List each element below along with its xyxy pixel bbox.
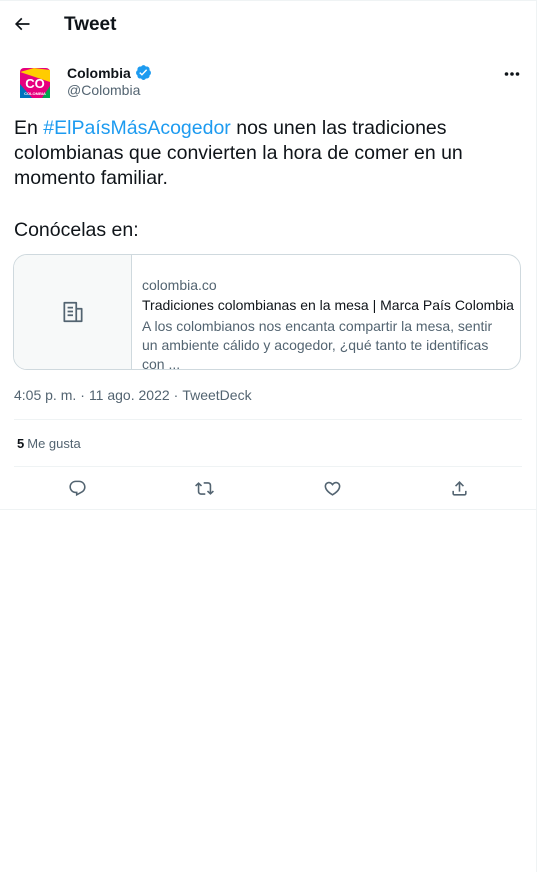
share-button[interactable] — [447, 476, 471, 500]
likes-label: Me gusta — [27, 436, 81, 451]
meta-separator: · — [173, 387, 179, 403]
tweet-source[interactable]: TweetDeck — [182, 387, 251, 403]
likes-count: 5 — [17, 436, 25, 451]
reply-button[interactable] — [65, 476, 89, 500]
tweet-date[interactable]: 11 ago. 2022 — [89, 387, 170, 403]
verified-badge-icon — [135, 65, 151, 80]
tweet-text: En #ElPaísMásAcogedor nos unen las tradi… — [14, 116, 519, 191]
link-preview-card[interactable]: colombia.co Tradiciones colombianas en l… — [13, 254, 521, 370]
divider — [14, 466, 522, 467]
document-icon — [62, 301, 83, 323]
divider — [14, 419, 522, 420]
retweet-icon — [194, 481, 214, 495]
retweet-button[interactable] — [192, 476, 216, 500]
more-options-button[interactable] — [500, 64, 524, 84]
author-handle[interactable]: @Colombia — [67, 82, 140, 98]
more-icon — [504, 72, 520, 76]
card-title: Tradiciones colombianas en la mesa | Mar… — [142, 297, 514, 313]
tweet-author: CO COLOMBIA Colombia @Colombia — [14, 60, 524, 104]
like-button[interactable] — [320, 476, 344, 500]
tweet-meta: 4:05 p. m. · 11 ago. 2022 · TweetDeck — [14, 387, 252, 403]
tweet-text-line2: Conócelas en: — [14, 219, 139, 241]
arrow-left-icon — [14, 17, 30, 31]
svg-text:COLOMBIA: COLOMBIA — [24, 91, 46, 96]
card-description: A los colombianos nos encanta compartir … — [142, 318, 493, 370]
colombia-logo-icon: CO COLOMBIA — [20, 68, 50, 98]
share-icon — [451, 480, 467, 496]
hashtag-link[interactable]: #ElPaísMásAcogedor — [43, 117, 231, 139]
action-bar — [14, 476, 522, 500]
back-button[interactable] — [10, 12, 34, 36]
likes-stat[interactable]: 5 Me gusta — [17, 436, 81, 451]
page-title: Tweet — [64, 14, 117, 35]
header: Tweet — [0, 0, 537, 50]
divider — [0, 509, 537, 510]
card-domain: colombia.co — [142, 277, 217, 293]
avatar[interactable]: CO COLOMBIA — [14, 62, 56, 104]
tweet-time[interactable]: 4:05 p. m. — [14, 387, 76, 403]
meta-separator: · — [80, 387, 85, 403]
like-icon — [324, 481, 340, 496]
card-thumbnail — [14, 255, 132, 369]
reply-icon — [68, 480, 86, 496]
author-name[interactable]: Colombia — [67, 65, 131, 81]
svg-text:CO: CO — [25, 76, 45, 91]
tweet-text-prefix: En — [14, 117, 44, 139]
